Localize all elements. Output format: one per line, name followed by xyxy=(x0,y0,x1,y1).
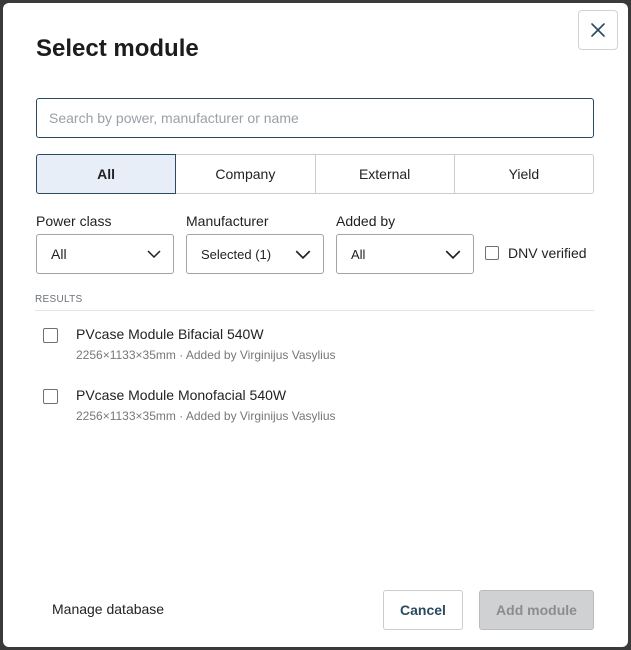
add-module-button[interactable]: Add module xyxy=(479,590,594,630)
added-by-label: Added by xyxy=(336,213,396,229)
manage-database-link[interactable]: Manage database xyxy=(52,601,164,617)
tab-company[interactable]: Company xyxy=(175,154,316,194)
result-meta: 2256×1133×35mm · Added by Virginijus Vas… xyxy=(76,348,336,362)
dnv-verified-toggle[interactable]: DNV verified xyxy=(485,245,587,261)
close-button[interactable] xyxy=(578,10,618,50)
power-class-select[interactable]: All xyxy=(36,234,174,274)
manufacturer-value: Selected (1) xyxy=(201,246,272,262)
tab-all[interactable]: All xyxy=(36,154,177,194)
search-input[interactable] xyxy=(36,98,594,138)
dnv-verified-label: DNV verified xyxy=(508,245,587,261)
results-heading: RESULTS xyxy=(35,294,83,305)
result-name: PVcase Module Monofacial 540W xyxy=(76,387,287,403)
tab-yield[interactable]: Yield xyxy=(453,154,594,194)
added-by-select[interactable]: All xyxy=(336,234,474,274)
results-divider xyxy=(35,310,594,311)
dnv-verified-checkbox[interactable] xyxy=(485,246,499,260)
dialog-title: Select module xyxy=(36,35,199,62)
result-checkbox[interactable] xyxy=(43,389,58,404)
power-class-label: Power class xyxy=(36,213,112,229)
chevron-down-icon xyxy=(295,250,311,259)
select-module-dialog: Select module All Company External Yield… xyxy=(3,3,628,647)
tab-external[interactable]: External xyxy=(314,154,455,194)
result-name: PVcase Module Bifacial 540W xyxy=(76,326,264,342)
added-by-value: All xyxy=(351,246,366,262)
source-tabs: All Company External Yield xyxy=(36,154,594,194)
result-meta: 2256×1133×35mm · Added by Virginijus Vas… xyxy=(76,409,336,423)
close-icon xyxy=(591,23,605,37)
chevron-down-icon xyxy=(445,250,461,259)
chevron-down-icon xyxy=(147,250,161,258)
manufacturer-select[interactable]: Selected (1) xyxy=(186,234,324,274)
result-checkbox[interactable] xyxy=(43,328,58,343)
power-class-value: All xyxy=(51,246,67,262)
manufacturer-label: Manufacturer xyxy=(186,213,269,229)
cancel-button[interactable]: Cancel xyxy=(383,590,463,630)
